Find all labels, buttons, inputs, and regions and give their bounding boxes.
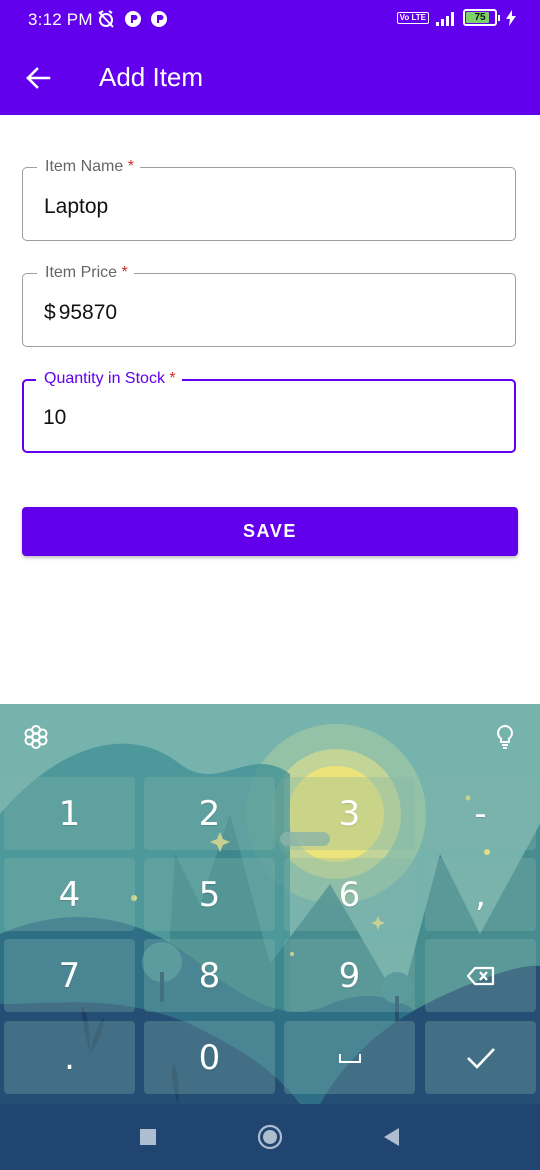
app-bar: Add Item [0,38,540,115]
key-done[interactable] [425,1021,536,1094]
key-backspace[interactable] [425,939,536,1012]
system-nav-bar [0,1104,540,1170]
required-mark: * [121,264,128,281]
key-space[interactable] [284,1021,415,1094]
keyboard-settings-button[interactable] [19,720,53,754]
lightbulb-icon [497,724,513,749]
item-name-value: Laptop [44,195,109,218]
back-button[interactable] [20,60,56,96]
key-8[interactable]: 8 [144,939,275,1012]
status-system-icons: Vo LTE 75 [396,9,516,26]
nav-back-button[interactable] [378,1124,404,1150]
status-time: 3:12 PM [28,10,93,29]
key-3[interactable]: 3 [284,777,415,850]
numeric-keyboard: 1 2 3 - 4 5 6 , 7 8 9 . 0 [0,704,540,1104]
page-title: Add Item [99,62,204,92]
keypad: 1 2 3 - 4 5 6 , 7 8 9 . 0 [4,777,540,1104]
key-2[interactable]: 2 [144,777,275,850]
checkmark-icon [466,1047,495,1069]
key-dot[interactable]: . [4,1021,135,1094]
settings-flower-icon [24,725,48,749]
triangle-back-icon [384,1128,399,1146]
required-mark: * [127,158,134,175]
currency-prefix: $ [44,301,56,324]
key-minus[interactable]: - [425,777,536,850]
required-mark: * [169,370,176,387]
app-notification-icon [125,11,141,27]
square-recents-icon [140,1129,156,1145]
key-6[interactable]: 6 [284,858,415,931]
circle-home-icon [257,1124,283,1150]
volte-icon: Vo LTE [396,11,429,24]
quantity-field[interactable]: Quantity in Stock * 10 [22,369,516,453]
quantity-label: Quantity in Stock * [36,369,182,389]
keyboard-theme-button[interactable] [488,720,522,754]
quantity-value: 10 [43,406,67,429]
key-7[interactable]: 7 [4,939,135,1012]
key-4[interactable]: 4 [4,858,135,931]
alarm-off-icon [98,10,114,28]
backspace-icon [466,966,494,985]
item-name-field[interactable]: Item Name * Laptop [22,157,516,241]
signal-icon [436,11,454,26]
status-bar: 3:12 PM Vo LTE 75 [0,0,540,38]
key-0[interactable]: 0 [144,1021,275,1094]
space-icon [338,1053,361,1063]
key-5[interactable]: 5 [144,858,275,931]
price-value: 95870 [58,301,118,324]
key-9[interactable]: 9 [284,939,415,1012]
item-name-label: Item Name * [37,157,140,177]
key-comma[interactable]: , [425,858,536,931]
item-price-field[interactable]: Item Price * $95870 [22,263,516,347]
item-price-value: $95870 [44,300,117,326]
app-notification-icon [151,11,167,27]
status-notification-icons [96,9,168,29]
recents-button[interactable] [135,1124,161,1150]
battery-level: 75 [474,12,486,23]
home-button[interactable] [257,1124,283,1150]
charging-bolt-icon [506,9,516,26]
key-1[interactable]: 1 [4,777,135,850]
save-button[interactable]: SAVE [22,507,518,556]
item-price-label: Item Price * [37,263,134,283]
arrow-back-icon [26,67,51,89]
battery-icon: 75 [463,9,500,26]
